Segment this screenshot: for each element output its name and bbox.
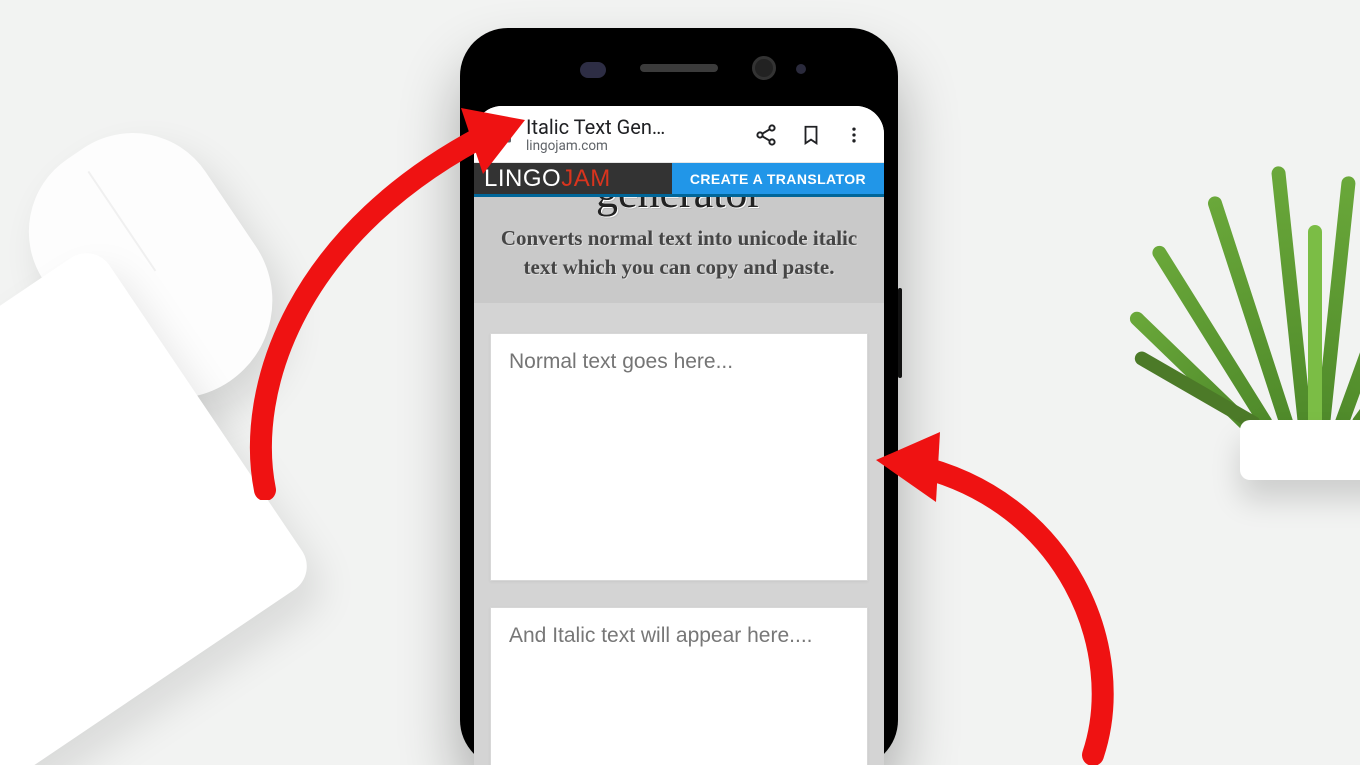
- browser-address-bar[interactable]: Italic Text Gen… lingojam.com: [474, 106, 884, 163]
- page-title: Italic Text Gen…: [526, 116, 696, 138]
- desk-plant-prop: [1180, 180, 1360, 480]
- annotation-arrow-bottom: [858, 420, 1138, 765]
- logo-part-2: JAM: [561, 165, 611, 193]
- phone-screen: Italic Text Gen… lingojam.com LINGOJAM: [474, 106, 884, 765]
- more-icon[interactable]: [844, 123, 864, 147]
- generator-subtitle: Converts normal text into unicode italic…: [474, 218, 884, 303]
- lock-icon: [496, 124, 514, 146]
- site-header: LINGOJAM CREATE A TRANSLATOR: [474, 163, 884, 197]
- phone-frame: Italic Text Gen… lingojam.com LINGOJAM: [460, 28, 898, 765]
- site-logo[interactable]: LINGOJAM: [474, 163, 621, 194]
- create-translator-button[interactable]: CREATE A TRANSLATOR: [672, 163, 884, 194]
- bookmark-icon[interactable]: [800, 123, 822, 147]
- input-text-card: [490, 333, 868, 581]
- share-icon[interactable]: [754, 123, 778, 147]
- page-content: generator Converts normal text into unic…: [474, 197, 884, 765]
- phone-hardware-top: [470, 38, 888, 96]
- page-domain: lingojam.com: [526, 138, 750, 154]
- italic-text-output[interactable]: And Italic text will appear here....: [491, 608, 867, 765]
- logo-part-1: LINGO: [484, 165, 561, 193]
- generator-title: generator: [474, 197, 884, 218]
- normal-text-input[interactable]: [491, 334, 867, 580]
- output-text-card: And Italic text will appear here....: [490, 607, 868, 765]
